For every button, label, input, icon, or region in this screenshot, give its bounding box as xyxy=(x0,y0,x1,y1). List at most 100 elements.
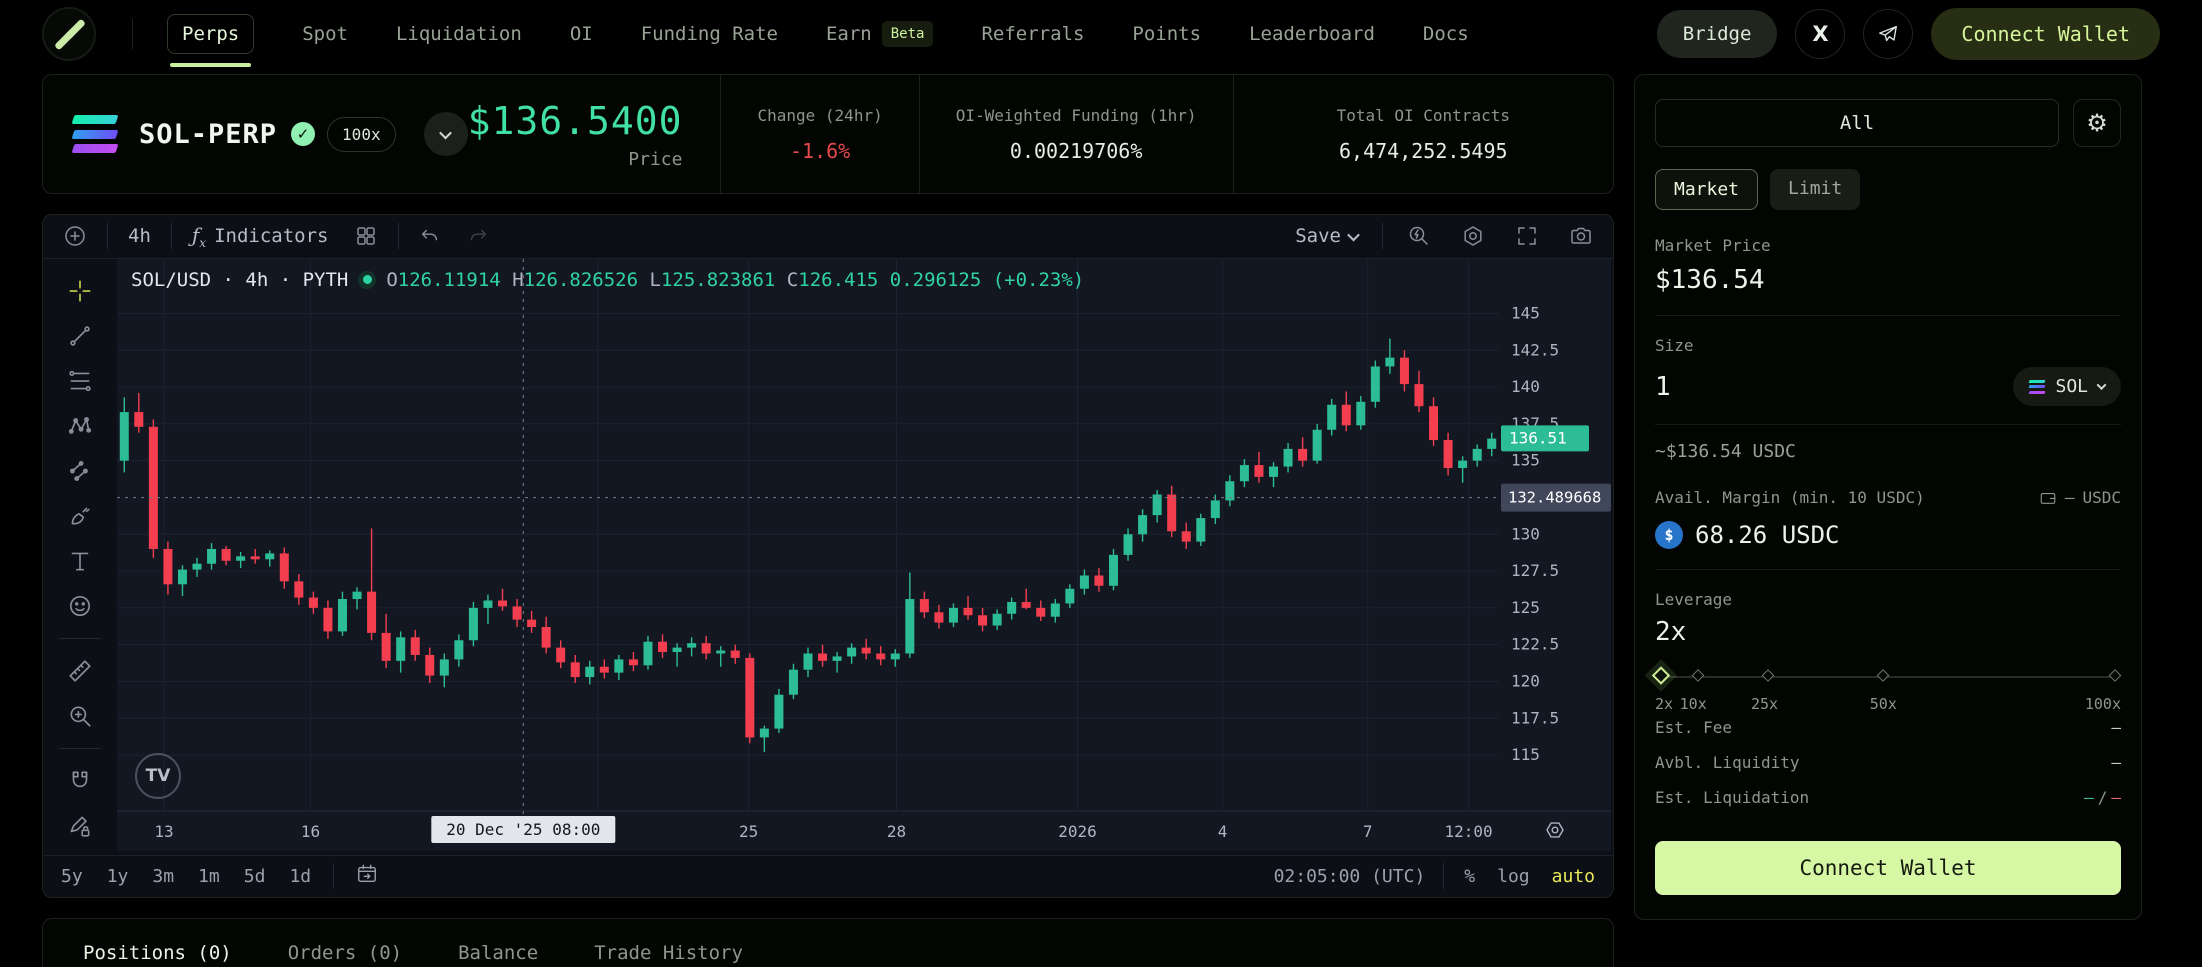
range-1m-button[interactable]: 1m xyxy=(196,864,222,889)
nav-label: Earn xyxy=(826,23,872,45)
nav-label: Perps xyxy=(182,23,239,45)
brush-tool[interactable] xyxy=(61,498,99,534)
leverage-slider-mark[interactable] xyxy=(2109,669,2122,682)
candlestick-chart[interactable]: 145142.5140137.5135130127.5125122.512011… xyxy=(117,259,1611,851)
svg-text:7: 7 xyxy=(1363,822,1373,841)
tab-positions[interactable]: Positions (0) xyxy=(83,919,232,967)
legend-symbol: SOL/USD · 4h · PYTH xyxy=(131,269,348,291)
nav-label: Docs xyxy=(1423,23,1469,45)
avbl-liquidity-row: Avbl. Liquidity — xyxy=(1655,753,2121,772)
margin-dash: — xyxy=(2065,488,2075,507)
tradingview-logo[interactable]: TV xyxy=(135,753,181,799)
nav-item-funding-rate[interactable]: Funding Rate xyxy=(641,23,778,45)
fx-icon: ƒx xyxy=(192,223,206,250)
est-liquidation-row: Est. Liquidation —/— xyxy=(1655,788,2121,807)
telegram-icon[interactable] xyxy=(1863,9,1913,59)
nav-item-liquidation[interactable]: Liquidation xyxy=(396,23,522,45)
emoji-tool[interactable] xyxy=(61,588,99,624)
main-content: SOL-PERP ✓ 100x $136.5400 Price Change (… xyxy=(0,68,2202,967)
nav-item-docs[interactable]: Docs xyxy=(1423,23,1469,45)
leverage-slider-mark[interactable] xyxy=(1761,669,1774,682)
fib-retracement-tool[interactable] xyxy=(61,363,99,399)
leverage-slider-mark[interactable] xyxy=(1692,669,1705,682)
top-nav: Perps Spot Liquidation OI Funding Rate E… xyxy=(0,0,2202,68)
nav-item-perps[interactable]: Perps xyxy=(167,14,254,54)
goto-date-button[interactable] xyxy=(354,861,380,892)
chevron-down-icon xyxy=(2097,380,2107,390)
tab-orders[interactable]: Orders (0) xyxy=(288,919,402,967)
range-3m-button[interactable]: 3m xyxy=(150,864,176,889)
market-filter-select[interactable]: All xyxy=(1655,99,2059,147)
zoom-in-icon xyxy=(67,703,93,729)
svg-text:127.5: 127.5 xyxy=(1511,561,1559,580)
svg-text:115: 115 xyxy=(1511,745,1540,764)
size-asset-select[interactable]: SOL xyxy=(2013,367,2121,406)
leverage-slider[interactable] xyxy=(1655,667,2121,687)
leverage-slider-mark[interactable] xyxy=(1877,669,1890,682)
percent-scale-button[interactable]: % xyxy=(1462,864,1477,889)
tab-balance[interactable]: Balance xyxy=(458,919,538,967)
leverage-mark-label[interactable]: 50x xyxy=(1870,695,1897,713)
trend-line-tool[interactable] xyxy=(61,318,99,354)
projection-tool[interactable] xyxy=(61,453,99,489)
text-tool[interactable] xyxy=(61,543,99,579)
save-layout-button[interactable]: Save xyxy=(1289,221,1364,251)
leverage-slider-track[interactable] xyxy=(1661,676,2115,678)
redo-button[interactable] xyxy=(461,221,495,251)
nav-item-leaderboard[interactable]: Leaderboard xyxy=(1249,23,1375,45)
svg-text:145: 145 xyxy=(1511,303,1540,322)
log-scale-button[interactable]: log xyxy=(1495,864,1532,889)
chart-settings-button[interactable] xyxy=(1455,220,1491,252)
chart-area[interactable]: SOL/USD · 4h · PYTH O126.11914 H126.8265… xyxy=(117,259,1611,855)
x-twitter-icon[interactable]: X xyxy=(1795,9,1845,59)
bridge-button[interactable]: Bridge xyxy=(1657,10,1778,58)
auto-scale-button[interactable]: auto xyxy=(1550,864,1597,889)
fullscreen-button[interactable] xyxy=(1509,220,1545,252)
indicators-button[interactable]: ƒx Indicators xyxy=(186,219,335,254)
zoom-in-tool[interactable] xyxy=(61,698,99,734)
indicators-label: Indicators xyxy=(214,225,328,247)
leverage-mark-label[interactable]: 10x xyxy=(1680,695,1707,713)
svg-text:4: 4 xyxy=(1218,822,1228,841)
price-block: $136.5400 Price xyxy=(468,99,721,170)
quick-search-button[interactable] xyxy=(1401,220,1437,252)
pattern-tool[interactable] xyxy=(61,408,99,444)
nav-item-referrals[interactable]: Referrals xyxy=(981,23,1084,45)
connect-wallet-button-top[interactable]: Connect Wallet xyxy=(1931,8,2160,60)
tab-market-order[interactable]: Market xyxy=(1655,169,1758,210)
range-1d-button[interactable]: 1d xyxy=(287,864,313,889)
snapshot-button[interactable] xyxy=(1563,220,1599,252)
nav-item-oi[interactable]: OI xyxy=(570,23,593,45)
tab-limit-order[interactable]: Limit xyxy=(1770,169,1860,210)
range-1y-button[interactable]: 1y xyxy=(105,864,131,889)
layout-grid-button[interactable] xyxy=(348,220,384,252)
market-selector-button[interactable] xyxy=(424,112,468,156)
leverage-mark-label[interactable]: 100x xyxy=(2085,695,2121,713)
nav-item-earn[interactable]: Earn Beta xyxy=(826,21,933,47)
measure-tool[interactable] xyxy=(61,653,99,689)
symbol-search-button[interactable] xyxy=(57,220,93,252)
calendar-icon xyxy=(356,863,378,885)
range-5d-button[interactable]: 5d xyxy=(242,864,268,889)
magnet-tool[interactable] xyxy=(61,763,99,799)
crosshair-tool[interactable] xyxy=(61,273,99,309)
market-symbol: SOL-PERP xyxy=(139,119,277,150)
leverage-mark-label[interactable]: 25x xyxy=(1751,695,1778,713)
nav-item-points[interactable]: Points xyxy=(1132,23,1201,45)
tab-trade-history[interactable]: Trade History xyxy=(594,919,743,967)
connect-wallet-button-main[interactable]: Connect Wallet xyxy=(1655,841,2121,895)
market-status-icon[interactable] xyxy=(358,271,376,289)
svg-text:2026: 2026 xyxy=(1058,822,1097,841)
undo-button[interactable] xyxy=(413,221,447,251)
leverage-slider-thumb[interactable] xyxy=(1652,666,1670,684)
interval-button[interactable]: 4h xyxy=(122,221,157,251)
order-settings-button[interactable]: ⚙ xyxy=(2073,99,2121,147)
market-price-label: Market Price xyxy=(1655,236,2121,255)
range-5y-button[interactable]: 5y xyxy=(59,864,85,889)
leverage-mark-label[interactable]: 2x xyxy=(1655,695,1673,713)
size-input[interactable]: 1 xyxy=(1655,372,1671,402)
nav-item-spot[interactable]: Spot xyxy=(302,23,348,45)
app-logo[interactable] xyxy=(42,7,96,61)
lock-drawings-tool[interactable] xyxy=(61,808,99,844)
chart-clock[interactable]: 02:05:00 (UTC) xyxy=(1274,866,1426,887)
